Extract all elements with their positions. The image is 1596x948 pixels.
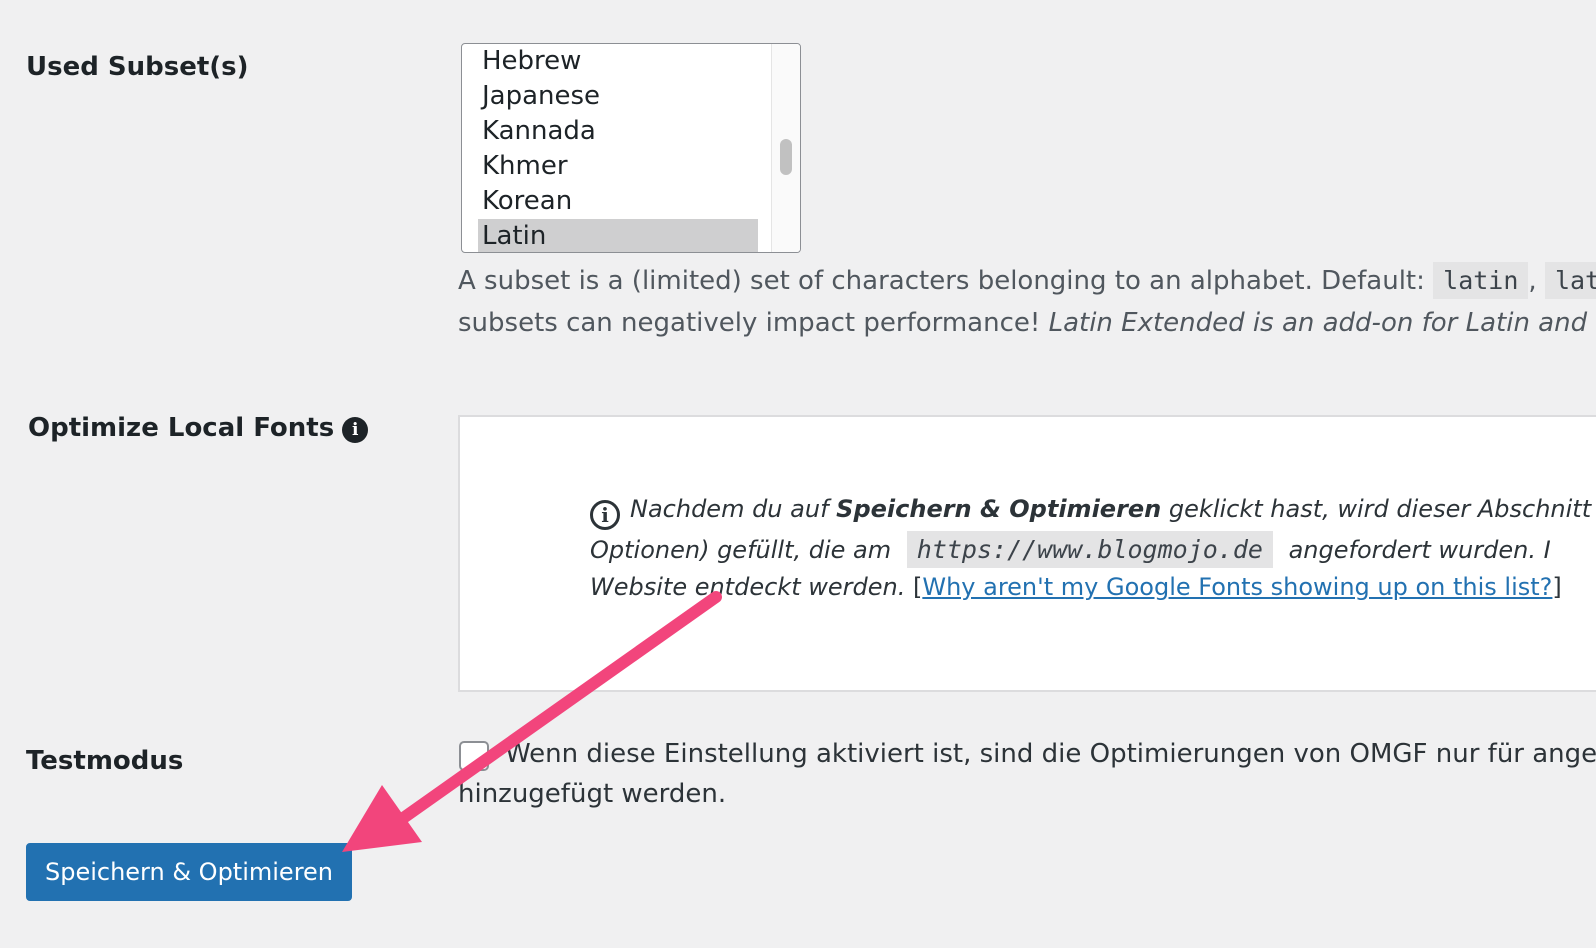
subsets-listbox[interactable]: Hebrew Japanese Kannada Khmer Korean Lat… [461,43,801,253]
notice-line2: Optionen) gefüllt, die am https://www.bl… [590,531,1551,568]
notice-bold: Speichern & Optimieren [836,495,1162,523]
bracket-close: ] [1552,573,1562,601]
url-code: https://www.blogmojo.de [906,531,1273,568]
info-circle-icon: i [590,500,620,530]
optimize-label: Optimize Local Fonts [28,413,335,443]
subsets-label: Used Subset(s) [26,52,249,82]
notice-text: Optionen) gefüllt, die am [590,536,892,564]
optimize-label-row: Optimize Local Fonts i [28,413,369,443]
testmode-description-line1: Wenn diese Einstellung aktiviert ist, si… [505,739,1596,769]
notice-text: Nachdem du auf [630,495,829,523]
notice-text: geklickt hast, wird dieser Abschnitt [1168,495,1592,523]
code-separator: , [1528,266,1537,296]
notice-line1: i Nachdem du auf Speichern & Optimieren g… [590,495,1591,530]
testmode-checkbox[interactable] [459,741,489,771]
subsets-description-text: A subset is a (limited) set of character… [458,266,1425,296]
notice-text: angefordert wurden. [1288,536,1536,564]
subsets-extended-note: Latin Extended is an add-on for Latin an… [1048,308,1596,338]
listbox-scrollbar[interactable] [771,44,800,252]
code-latin: latin [1433,262,1529,299]
testmode-label: Testmodus [26,746,184,776]
info-icon[interactable]: i [342,417,369,443]
arrow-head [342,785,422,852]
settings-page: Used Subset(s) Hebrew Japanese Kannada K… [0,0,1596,948]
optimize-fonts-box: i Nachdem du auf Speichern & Optimieren g… [458,415,1596,692]
subsets-warning: subsets can negatively impact performanc… [458,308,1041,338]
testmode-description-line2: hinzugefügt werden. [458,779,727,809]
subsets-description-line1: A subset is a (limited) set of character… [458,262,1596,299]
subset-option[interactable]: Kannada [478,114,758,149]
listbox-scrollbar-thumb[interactable] [780,139,792,175]
subset-option[interactable]: Korean [478,184,758,219]
notice-text: Website entdeckt werden. [590,573,906,601]
notice-text: I [1543,536,1551,564]
subset-option[interactable]: Khmer [478,149,758,184]
notice-line3: Website entdeckt werden. [Why aren't my … [590,573,1562,601]
subset-option[interactable]: Japanese [478,79,758,114]
code-latin-ext: lat [1544,262,1596,299]
subsets-description-line2: subsets can negatively impact performanc… [458,308,1596,338]
help-link[interactable]: Why aren't my Google Fonts showing up on… [922,573,1552,601]
subset-option[interactable]: Hebrew [478,44,758,79]
save-optimize-button[interactable]: Speichern & Optimieren [26,843,352,901]
bracket-open: [ [912,573,923,601]
subset-option-selected[interactable]: Latin [478,219,758,252]
